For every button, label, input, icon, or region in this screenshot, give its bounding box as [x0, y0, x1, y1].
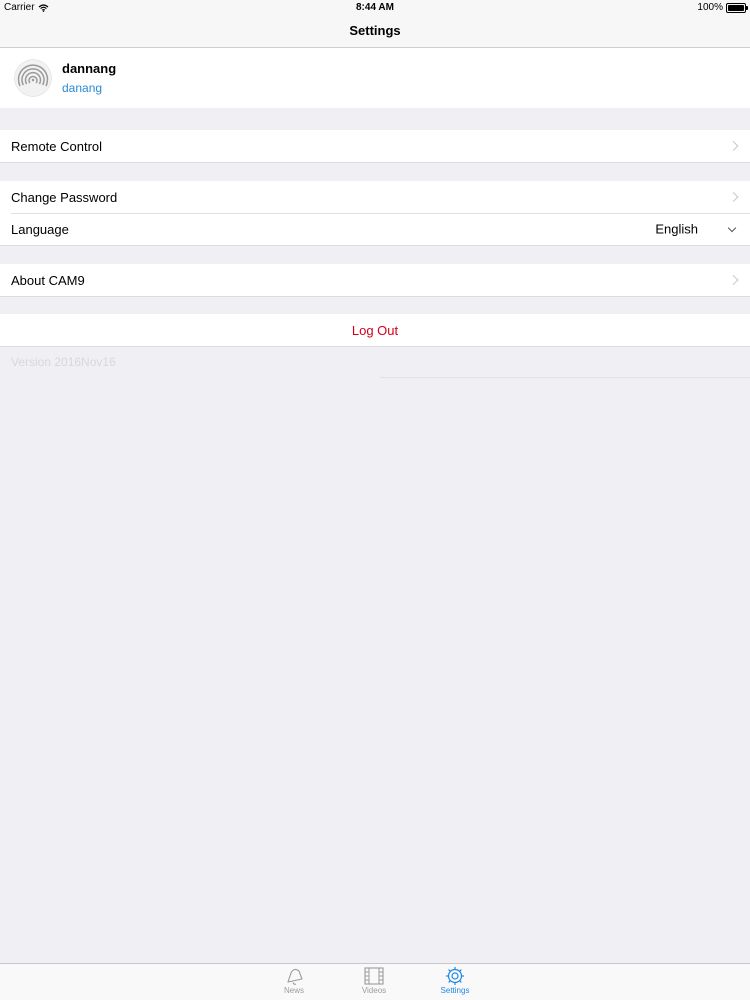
divider	[380, 377, 750, 378]
navigation-bar: Settings	[0, 16, 750, 48]
logout-section: Log Out	[0, 314, 750, 347]
chevron-right-icon	[728, 275, 739, 285]
change-password-row[interactable]: Change Password	[0, 181, 750, 213]
tab-settings[interactable]: Settings	[425, 966, 485, 995]
status-bar: Carrier 8:44 AM 100%	[0, 0, 750, 16]
chevron-down-icon	[727, 223, 737, 233]
gear-icon	[446, 967, 464, 985]
tab-settings-label: Settings	[440, 986, 470, 995]
version-label: Version 2016Nov16	[11, 355, 116, 369]
tab-bar: News Videos Settings	[0, 963, 750, 1000]
remote-control-row[interactable]: Remote Control	[0, 130, 750, 162]
profile-name: dannang	[62, 61, 117, 76]
language-value: English	[655, 221, 698, 237]
remote-section: Remote Control	[0, 130, 750, 163]
status-time: 8:44 AM	[356, 2, 394, 13]
change-password-label: Change Password	[11, 189, 118, 205]
film-icon	[364, 967, 384, 985]
tab-videos[interactable]: Videos	[344, 966, 404, 995]
battery-icon	[726, 2, 748, 13]
tab-videos-label: Videos	[361, 986, 387, 995]
battery-indicator: 100%	[697, 2, 748, 13]
broadcast-icon	[14, 59, 52, 97]
tab-news-label: News	[283, 986, 304, 995]
tab-news[interactable]: News	[264, 966, 324, 995]
about-section: About CAM9	[0, 264, 750, 297]
account-section: Change Password Language English	[0, 181, 750, 246]
profile-card[interactable]: dannang danang	[0, 48, 750, 108]
language-row[interactable]: Language English	[0, 213, 750, 245]
bell-icon	[287, 968, 303, 985]
chevron-right-icon	[728, 141, 739, 151]
language-label: Language	[11, 221, 69, 237]
chevron-right-icon	[728, 192, 739, 202]
about-label: About CAM9	[11, 272, 85, 288]
battery-percent: 100%	[697, 2, 723, 13]
page-title: Settings	[349, 23, 401, 38]
about-row[interactable]: About CAM9	[0, 264, 750, 296]
profile-subtitle: danang	[62, 81, 103, 95]
logout-button[interactable]: Log Out	[0, 314, 750, 346]
remote-control-label: Remote Control	[11, 138, 103, 154]
